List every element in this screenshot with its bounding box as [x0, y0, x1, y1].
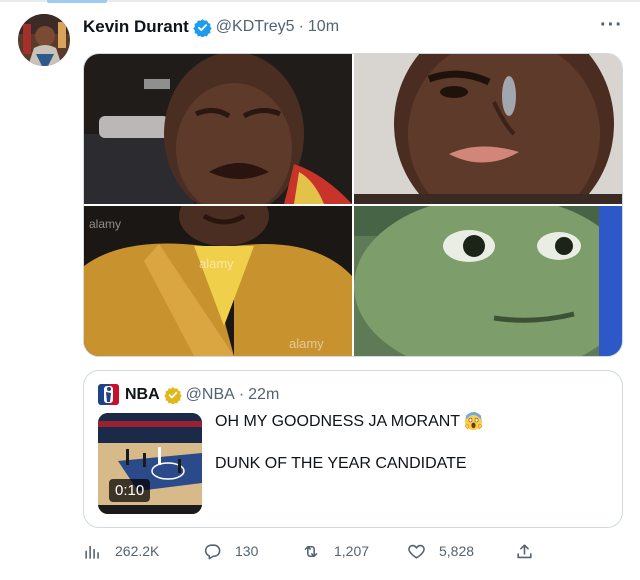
media-image-2[interactable]	[354, 54, 622, 204]
quote-timestamp[interactable]: 22m	[248, 386, 279, 404]
verified-badge-icon	[193, 18, 212, 38]
quote-text-line-1-content: OH MY GOODNESS JA MORANT	[215, 413, 461, 430]
quote-text: OH MY GOODNESS JA MORANT DUNK OF THE YEA…	[215, 411, 605, 475]
share-icon	[515, 542, 534, 561]
tweet-timestamp[interactable]: 10m	[308, 18, 339, 36]
media-image-3[interactable]: alamy alamy alamy	[84, 206, 352, 356]
tweet[interactable]: Kevin Durant @KDTrey5 · 10m ··· alamy al…	[0, 0, 640, 580]
tweet-actions: 262.2K 130 1,207 5,828	[83, 540, 623, 562]
scream-emoji-icon	[464, 412, 483, 431]
reply-count: 130	[235, 543, 259, 559]
author-name[interactable]: Kevin Durant	[83, 17, 189, 37]
reply-button[interactable]: 130	[203, 540, 258, 562]
quote-video-thumbnail[interactable]: 0:10	[98, 413, 202, 514]
like-button[interactable]: 5,828	[407, 540, 474, 562]
retweet-button[interactable]: 1,207	[301, 540, 369, 562]
author-handle[interactable]: @KDTrey5	[216, 18, 295, 36]
quote-author-handle[interactable]: @NBA	[186, 386, 235, 404]
separator-dot: ·	[298, 18, 304, 35]
quote-text-line-2: DUNK OF THE YEAR CANDIDATE	[215, 455, 467, 472]
quote-header: NBA @NBA · 22m	[98, 384, 279, 405]
video-duration: 0:10	[109, 479, 151, 502]
media-image-4[interactable]	[354, 206, 622, 356]
views-button[interactable]: 262.2K	[83, 540, 159, 562]
separator-dot: ·	[238, 385, 245, 403]
media-image-1[interactable]	[84, 54, 352, 204]
retweet-count: 1,207	[334, 543, 370, 559]
share-button[interactable]	[515, 540, 534, 562]
like-count: 5,828	[439, 543, 475, 559]
like-icon	[407, 542, 426, 561]
author-avatar[interactable]	[18, 14, 70, 66]
reply-icon	[203, 542, 222, 561]
views-icon	[83, 542, 102, 561]
verified-badge-icon	[163, 386, 182, 405]
media-grid: alamy alamy alamy	[83, 53, 623, 357]
quote-text-line-1: OH MY GOODNESS JA MORANT	[215, 411, 605, 433]
views-count: 262.2K	[115, 543, 160, 559]
nba-logo-icon	[98, 384, 119, 405]
watermark-text: alamy	[89, 217, 121, 231]
watermark-text: alamy	[199, 256, 234, 271]
more-options-icon[interactable]: ···	[600, 14, 623, 37]
tweet-header: Kevin Durant @KDTrey5 · 10m	[83, 16, 339, 38]
watermark-text: alamy	[289, 336, 324, 351]
retweet-icon	[301, 542, 321, 561]
quoted-tweet[interactable]: NBA @NBA · 22m 0:10 OH MY GOODNESS JA MO…	[83, 370, 623, 528]
quote-author-name[interactable]: NBA	[125, 386, 160, 404]
